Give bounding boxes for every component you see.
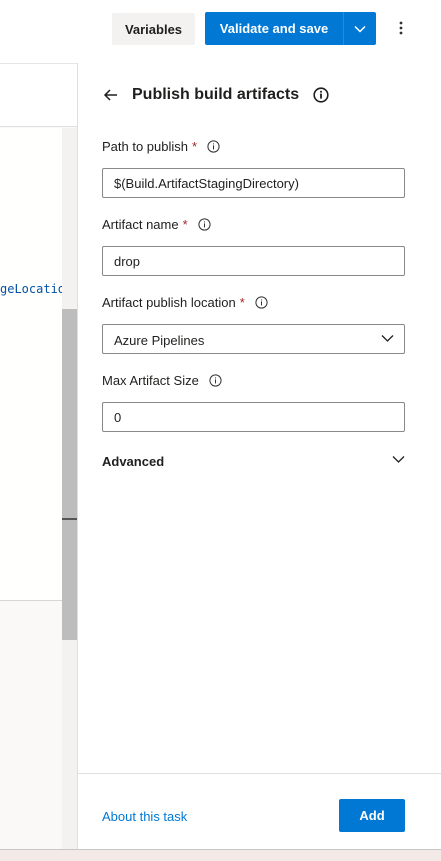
max-artifact-size-input[interactable]: [102, 402, 405, 432]
path-to-publish-input[interactable]: [102, 168, 405, 198]
yaml-editor[interactable]: [0, 128, 62, 600]
panel-title: Publish build artifacts: [132, 86, 300, 103]
panel-header: Publish build artifacts: [102, 83, 329, 107]
required-marker: *: [182, 217, 188, 232]
field-label-text: Max Artifact Size: [102, 373, 199, 388]
pipeline-editor-pane: geLocation=: [0, 63, 79, 861]
more-actions-button[interactable]: [390, 14, 412, 42]
panel-footer: About this task Add: [78, 773, 441, 849]
required-marker: *: [239, 295, 245, 310]
info-icon[interactable]: [313, 87, 329, 103]
task-config-panel: Publish build artifacts Path to publish …: [77, 63, 441, 849]
field-label-text: Artifact publish location: [102, 295, 236, 310]
artifact-name-input[interactable]: [102, 246, 405, 276]
max-artifact-size-label: Max Artifact Size: [102, 373, 222, 388]
artifact-name-label: Artifact name *: [102, 217, 211, 232]
info-icon[interactable]: [255, 296, 268, 309]
info-icon[interactable]: [207, 140, 220, 153]
chevron-down-icon: [392, 456, 405, 463]
info-icon[interactable]: [209, 374, 222, 387]
more-vertical-icon: [399, 21, 403, 35]
chevron-down-icon: [354, 25, 366, 33]
artifact-publish-location-select[interactable]: Azure Pipelines: [102, 324, 405, 354]
editor-divider: [0, 600, 62, 601]
scrollbar-position-marker: [62, 518, 77, 520]
about-this-task-link[interactable]: About this task: [102, 809, 187, 824]
advanced-section-toggle[interactable]: Advanced: [102, 452, 405, 472]
app-window: Variables Validate and save geLocation=: [0, 0, 441, 861]
path-to-publish-label: Path to publish *: [102, 139, 220, 154]
select-value: Azure Pipelines: [114, 333, 205, 348]
bottom-edge: [0, 849, 441, 861]
artifact-publish-location-label: Artifact publish location *: [102, 295, 268, 310]
validate-and-save-button[interactable]: Validate and save: [205, 12, 343, 45]
advanced-label: Advanced: [102, 454, 165, 469]
add-button[interactable]: Add: [339, 799, 405, 832]
top-toolbar: Variables Validate and save: [0, 0, 441, 63]
editor-header: [0, 63, 77, 127]
info-icon[interactable]: [198, 218, 211, 231]
field-label-text: Artifact name: [102, 217, 179, 232]
field-label-text: Path to publish: [102, 139, 189, 154]
editor-scrollbar-thumb[interactable]: [62, 309, 77, 640]
validate-options-dropdown-button[interactable]: [343, 12, 376, 45]
chevron-down-icon: [381, 335, 394, 342]
back-arrow-icon[interactable]: [102, 86, 120, 104]
required-marker: *: [192, 139, 198, 154]
variables-button[interactable]: Variables: [112, 13, 195, 45]
